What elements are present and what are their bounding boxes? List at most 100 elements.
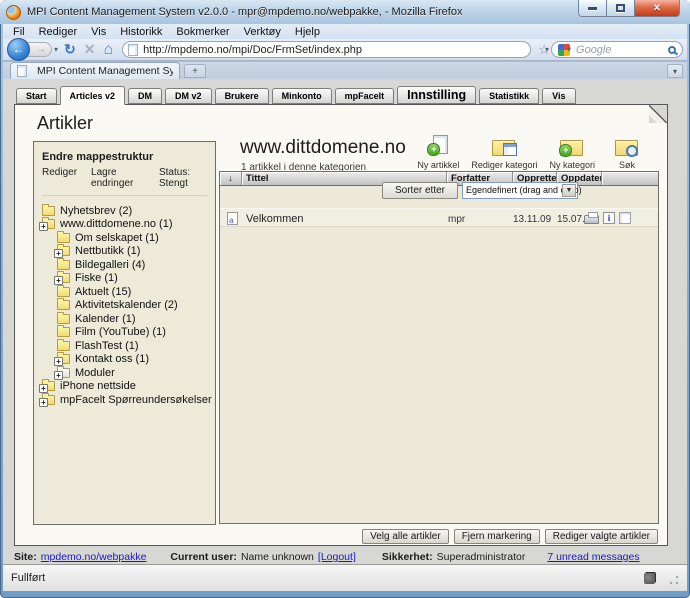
page-content: StartArticles v2 DM DM v2 BrukereMinkonto mp…: [3, 79, 687, 564]
articles-table: ↓ Tittel Forfatter Opprettet Oppdatert S…: [219, 171, 659, 524]
search-icon[interactable]: [668, 46, 676, 54]
menu-item[interactable]: Fil: [7, 26, 31, 38]
folder-icon: [57, 300, 70, 310]
url-text[interactable]: http://mpdemo.no/mpi/Doc/FrmSet/index.ph…: [143, 44, 362, 56]
menu-item[interactable]: Hjelp: [289, 26, 326, 38]
minimize-button[interactable]: [578, 0, 607, 17]
selection-button[interactable]: Fjern markering: [454, 529, 540, 544]
tree-item[interactable]: Nyhetsbrev (2): [42, 204, 207, 218]
folder-icon: [42, 395, 55, 405]
window-controls: ✕: [578, 0, 680, 17]
tree-item[interactable]: Nettbutikk (1): [42, 245, 207, 259]
info-icon[interactable]: i: [603, 212, 615, 224]
print-icon[interactable]: [584, 215, 599, 224]
folder-sidebar: Endre mappestruktur Rediger Lagre endrin…: [33, 141, 216, 525]
close-button[interactable]: ✕: [635, 0, 680, 17]
cms-tab[interactable]: mpFacelt: [335, 88, 395, 104]
tree-item[interactable]: Bildegalleri (4): [42, 258, 207, 272]
back-button[interactable]: ←: [7, 38, 30, 61]
tree-item[interactable]: Moduler: [42, 366, 207, 380]
article-checkbox[interactable]: [619, 212, 631, 224]
menu-item[interactable]: Historikk: [114, 26, 168, 38]
folder-icon: [57, 354, 70, 364]
sort-button[interactable]: Sorter etter: [382, 182, 458, 199]
site-link[interactable]: mpdemo.no/webpakke: [41, 551, 147, 563]
firefox-icon: [6, 5, 21, 20]
search-input[interactable]: Google: [576, 44, 665, 56]
cms-tab-label: DM: [138, 91, 152, 101]
chevron-down-icon[interactable]: ▼: [562, 184, 576, 197]
reload-button[interactable]: ↻: [64, 41, 76, 58]
search-engine-caret-icon[interactable]: ▾: [567, 45, 571, 54]
article-created-date: 13.11.09: [513, 214, 551, 225]
resize-grip-icon[interactable]: [669, 575, 679, 585]
new-tab-button[interactable]: +: [184, 64, 206, 78]
logout-link[interactable]: [Logout]: [318, 551, 356, 563]
search-box[interactable]: ▾ Google: [551, 41, 683, 58]
toolbar-action-button[interactable]: Ny kategori: [543, 135, 601, 170]
cms-tab[interactable]: Articles v2: [60, 86, 126, 105]
tree-item[interactable]: Fiske (1): [42, 272, 207, 286]
folder-icon: [57, 260, 70, 270]
firefox-window: MPI Content Management System v2.0.0 - m…: [0, 0, 690, 598]
tree-item[interactable]: Aktuelt (15): [42, 285, 207, 299]
tree-item-label: Bildegalleri (4): [75, 259, 145, 271]
tree-item[interactable]: Kontakt oss (1): [42, 353, 207, 367]
toolbar-action-button[interactable]: Ny artikkel: [411, 135, 465, 170]
tree-item[interactable]: www.dittdomene.no (1): [42, 218, 207, 232]
tree-item[interactable]: iPhone nettside: [42, 380, 207, 394]
cms-tab-bar: StartArticles v2 DM DM v2 BrukereMinkonto mp…: [16, 86, 576, 104]
cms-tab[interactable]: Start: [16, 88, 57, 104]
unread-messages-link[interactable]: 7 unread messages: [547, 551, 639, 563]
cms-tab[interactable]: DM: [128, 88, 162, 104]
cms-tab[interactable]: Brukere: [215, 88, 269, 104]
cms-tab-label: DM v2: [175, 91, 202, 101]
tree-item[interactable]: Aktivitetskalender (2): [42, 299, 207, 313]
edit-structure-link[interactable]: Rediger: [42, 167, 77, 189]
selection-button[interactable]: Velg alle artikler: [362, 529, 449, 544]
page-title: Artikler: [37, 113, 93, 134]
toolbar-action-label: Rediger kategori: [471, 160, 537, 170]
cms-tab[interactable]: Vis: [542, 88, 575, 104]
article-title[interactable]: Velkommen: [246, 213, 303, 225]
menu-item[interactable]: Bokmerker: [170, 26, 235, 38]
history-dropdown-caret-icon[interactable]: ▾: [54, 45, 58, 54]
sort-order-select[interactable]: Egendefinert (drag and drop) ▼: [462, 182, 578, 199]
save-changes-link[interactable]: Lagre endringer: [91, 167, 145, 189]
tree-item-label: FlashTest (1): [75, 340, 139, 352]
selection-button[interactable]: Rediger valgte artikler: [545, 529, 658, 544]
titlebar[interactable]: MPI Content Management System v2.0.0 - m…: [0, 0, 690, 24]
home-button[interactable]: ⌂: [103, 41, 113, 59]
cms-tab[interactable]: DM v2: [165, 88, 212, 104]
url-bar[interactable]: http://mpdemo.no/mpi/Doc/FrmSet/index.ph…: [122, 41, 531, 58]
cms-tab-label: mpFacelt: [345, 91, 385, 101]
content-panel: Artikler Endre mappestruktur Rediger Lag…: [14, 104, 668, 546]
cms-tab[interactable]: Innstilling: [397, 86, 476, 104]
tree-item[interactable]: mpFacelt Spørreundersøkelser: [42, 393, 207, 407]
toolbar-action-button[interactable]: Rediger kategori: [465, 135, 543, 170]
current-user-value: Name unknown: [241, 551, 314, 563]
tree-item[interactable]: Kalender (1): [42, 312, 207, 326]
browser-tab[interactable]: MPI Content Management System v...: [10, 62, 180, 79]
list-tabs-button[interactable]: ▾: [667, 64, 683, 78]
tree-item[interactable]: Om selskapet (1): [42, 231, 207, 245]
menu-item[interactable]: Verktøy: [238, 26, 287, 38]
menu-item[interactable]: Rediger: [33, 26, 84, 38]
addon-icon[interactable]: [644, 573, 655, 584]
maximize-button[interactable]: [607, 0, 635, 17]
tree-item-label: Moduler: [75, 367, 115, 379]
toolbar-action-label: Ny kategori: [549, 160, 595, 170]
cms-tab[interactable]: Minkonto: [272, 88, 332, 104]
bookmark-caret-icon[interactable]: ▾: [545, 45, 549, 54]
menu-item[interactable]: Vis: [85, 26, 112, 38]
cms-tab-label: Statistikk: [489, 91, 529, 101]
tree-item[interactable]: FlashTest (1): [42, 339, 207, 353]
structure-status-label[interactable]: Status: Stengt: [159, 167, 207, 189]
article-row[interactable]: Velkommen mpr 13.11.09 15.07.10 i: [220, 208, 658, 227]
cms-tab[interactable]: Statistikk: [479, 88, 539, 104]
tree-item[interactable]: Film (YouTube) (1): [42, 326, 207, 340]
toolbar-action-button[interactable]: Søk: [601, 135, 653, 170]
stop-button[interactable]: ✕: [84, 41, 96, 58]
tab-strip: MPI Content Management System v... + ▾: [3, 62, 687, 79]
article-author: mpr: [448, 214, 465, 225]
